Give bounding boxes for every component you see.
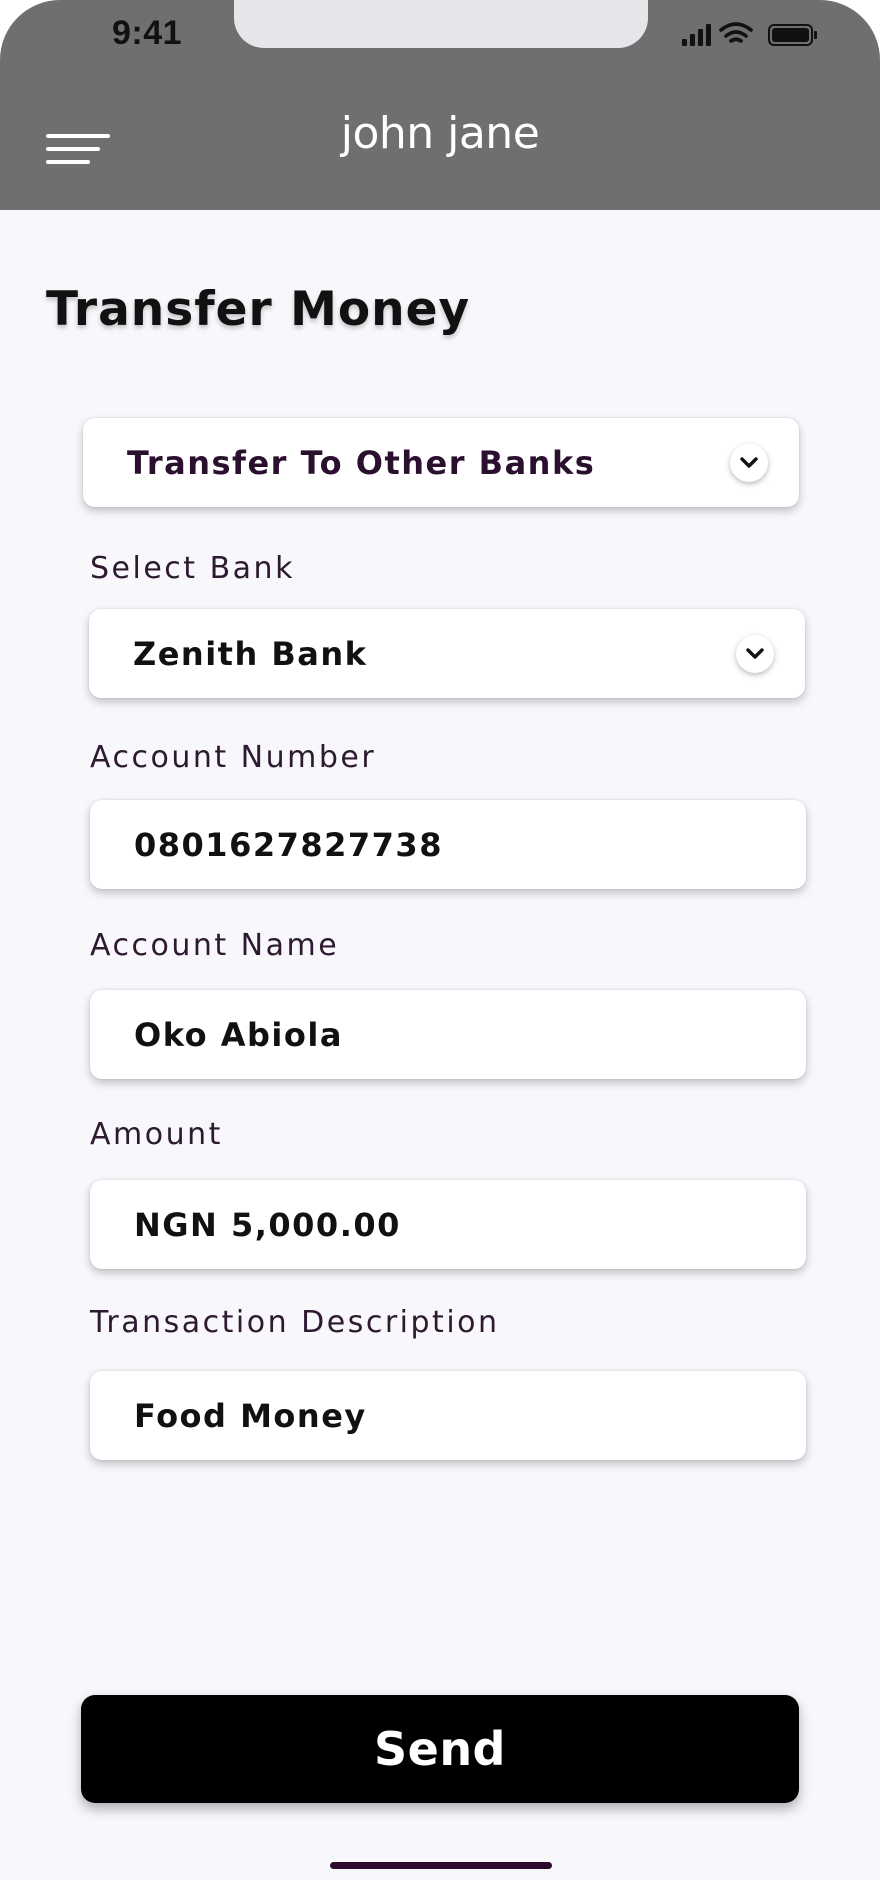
amount-label: Amount [90,1117,223,1152]
transaction-description-label: Transaction Description [90,1305,500,1340]
wifi-icon [719,22,753,43]
transaction-description-field[interactable]: Food Money [90,1371,806,1460]
app-header: 9:41 john jane [0,0,880,210]
page-title: Transfer Money [46,282,471,337]
send-button[interactable]: Send [81,1695,799,1803]
bank-select-dropdown[interactable]: Zenith Bank [89,609,805,698]
bank-select-value: Zenith Bank [133,634,368,673]
account-number-label: Account Number [90,740,377,775]
account-name-value: Oko Abiola [134,1015,343,1054]
battery-icon [768,24,817,46]
transaction-description-value: Food Money [134,1396,367,1435]
chevron-down-icon[interactable] [730,443,768,482]
status-bar-time: 9:41 [112,14,183,52]
status-bar-icons [680,20,820,50]
chevron-down-icon[interactable] [736,634,774,673]
amount-value: NGN 5,000.00 [134,1205,401,1244]
home-indicator[interactable] [330,1862,552,1869]
phone-screen: 9:41 john jane Transfer Money Transfer T… [0,0,880,1880]
select-bank-label: Select Bank [90,551,295,586]
amount-field[interactable]: NGN 5,000.00 [90,1180,806,1269]
account-name-label: Account Name [90,928,340,963]
device-notch [234,0,648,48]
transfer-type-dropdown[interactable]: Transfer To Other Banks [83,418,799,507]
account-name-field[interactable]: Oko Abiola [90,990,806,1079]
transfer-type-value: Transfer To Other Banks [127,443,596,482]
cellular-signal-icon [682,24,711,46]
account-number-value: 0801627827738 [134,825,443,864]
account-number-field[interactable]: 0801627827738 [90,800,806,889]
header-title: john jane [340,108,540,159]
